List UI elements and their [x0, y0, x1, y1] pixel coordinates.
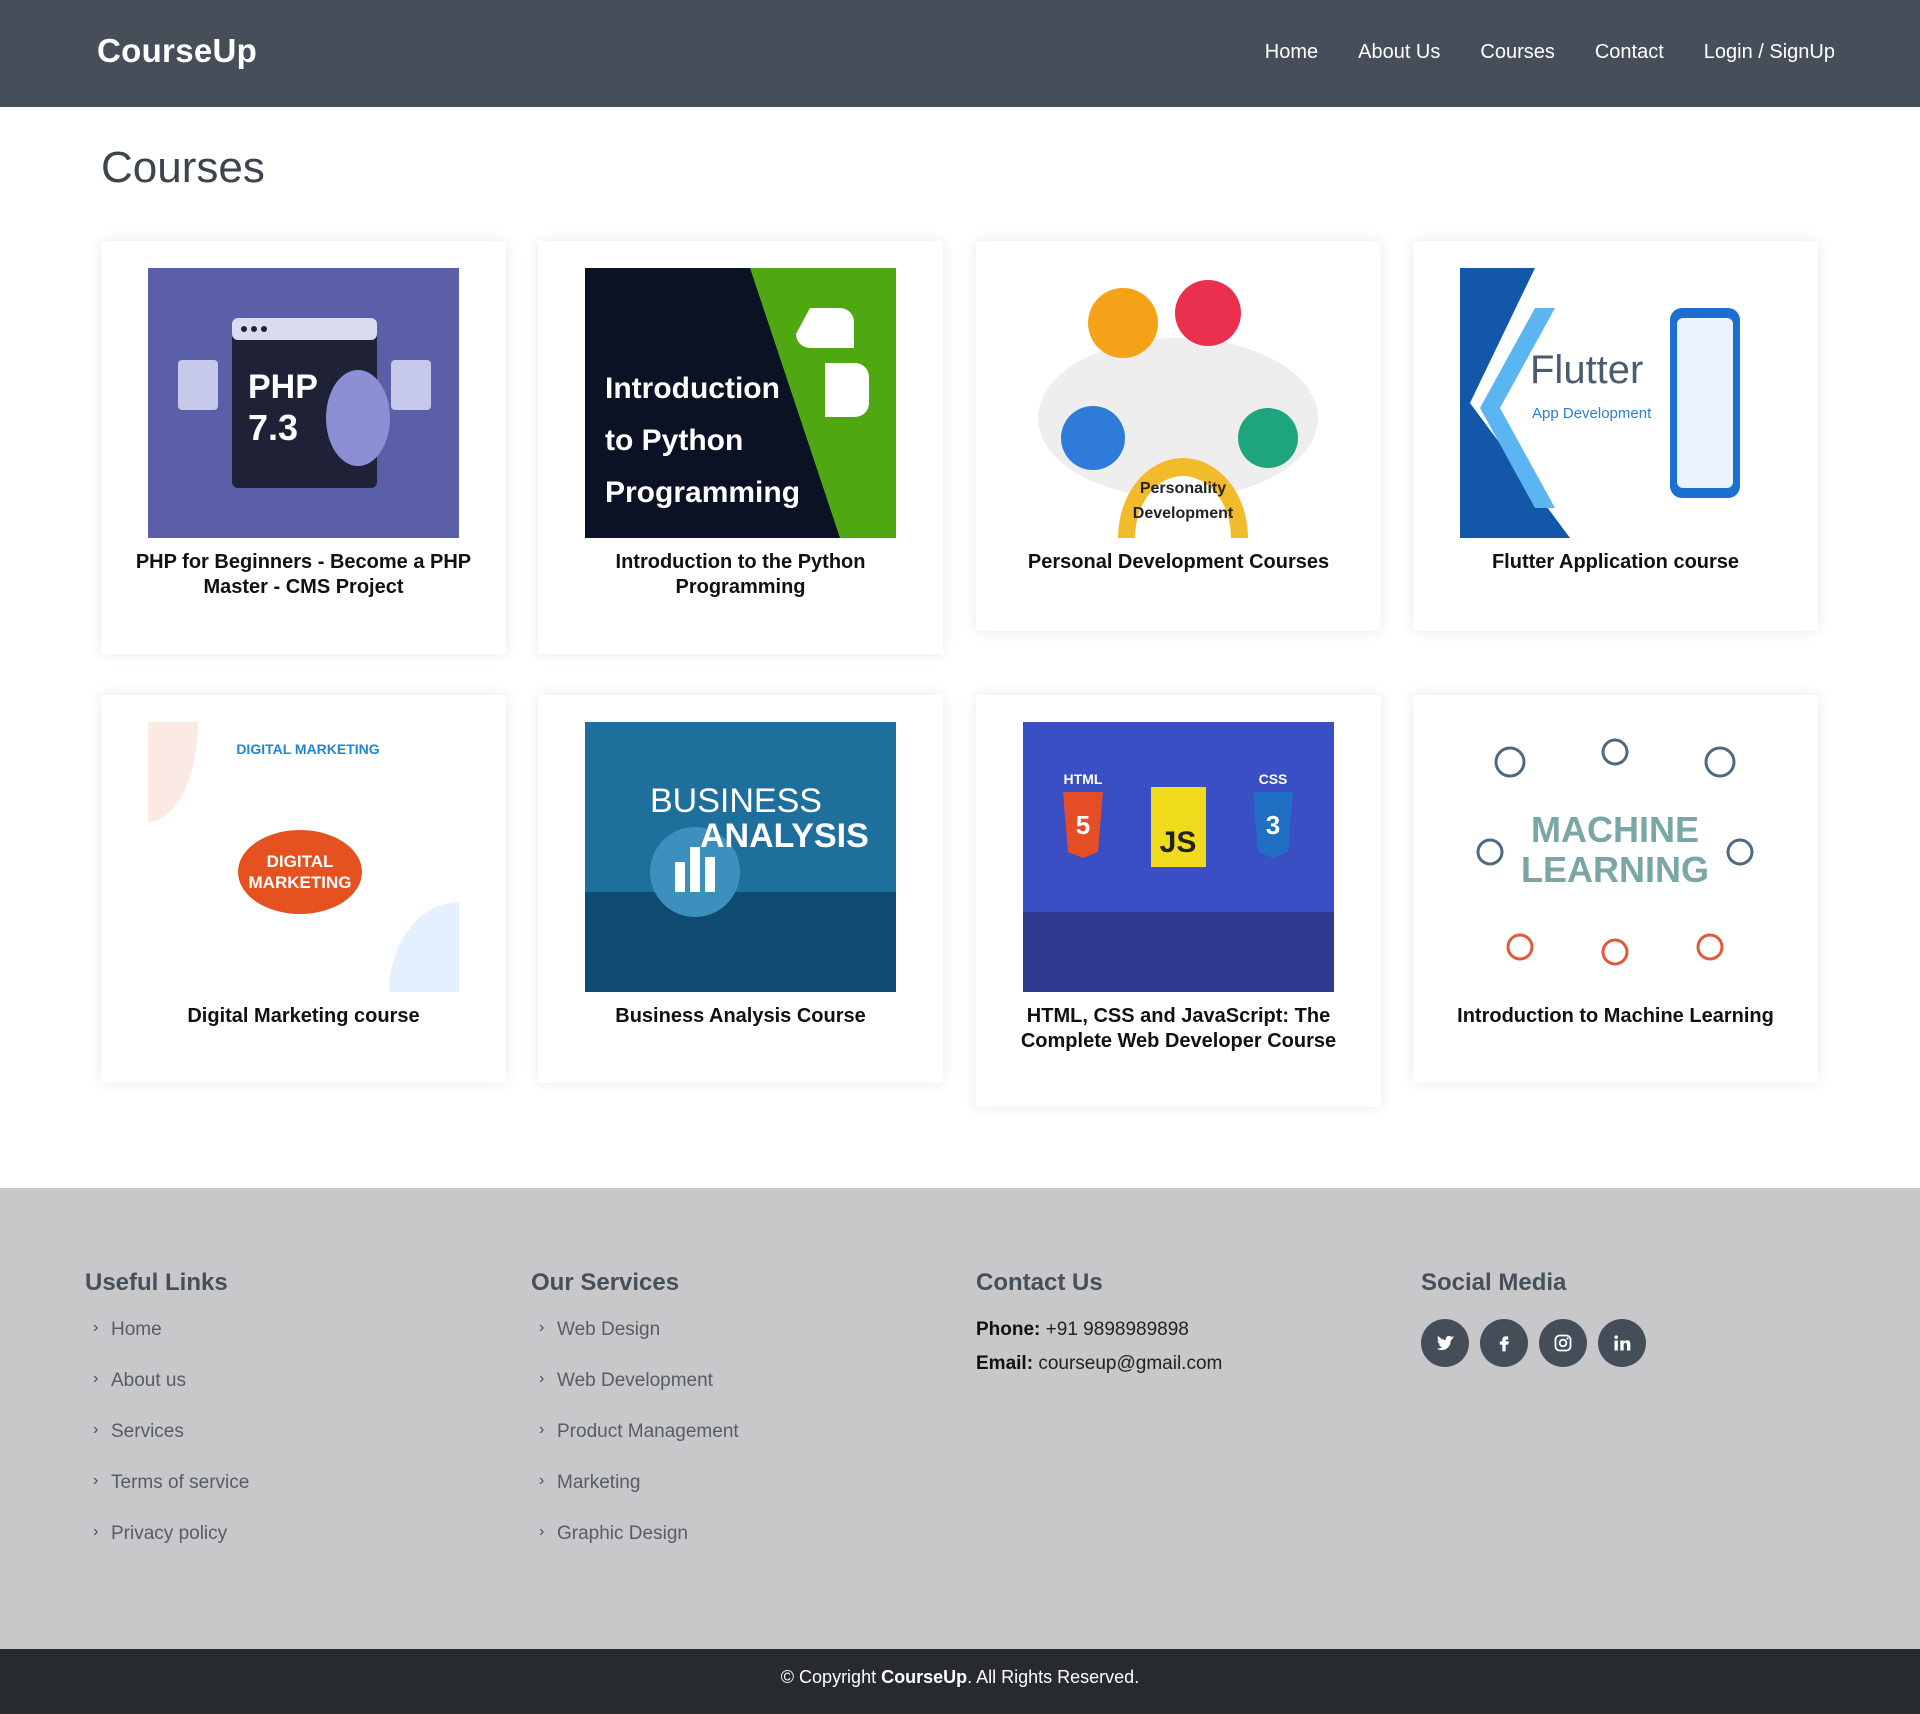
site-logo[interactable]: CourseUp: [97, 32, 257, 70]
twitter-icon[interactable]: [1421, 1319, 1469, 1367]
footer-our-services: Our Services › Web Design › Web Developmen…: [531, 1269, 739, 1574]
facebook-icon[interactable]: [1480, 1319, 1528, 1367]
svg-text:ANALYSIS: ANALYSIS: [700, 817, 869, 855]
svg-text:JS: JS: [1160, 826, 1197, 859]
course-title[interactable]: Introduction to Machine Learning: [1433, 1004, 1798, 1029]
footer-useful-links: Useful Links › Home › About us › Services ›…: [85, 1269, 249, 1574]
footer-link-privacy-policy[interactable]: › Privacy policy: [85, 1523, 249, 1574]
course-title[interactable]: Business Analysis Course: [558, 1004, 923, 1029]
footer-heading: Useful Links: [85, 1269, 228, 1296]
course-title[interactable]: PHP for Beginners - Become a PHP Master …: [121, 550, 486, 600]
svg-text:BUSINESS: BUSINESS: [650, 782, 822, 820]
svg-text:3: 3: [1266, 810, 1280, 840]
footer-link-about-us[interactable]: › About us: [85, 1370, 249, 1421]
course-thumbnail-machine-learning[interactable]: MACHINE LEARNING: [1460, 722, 1771, 992]
nav-about-us[interactable]: About Us: [1358, 41, 1440, 64]
course-card-php[interactable]: PHP 7.3 PHP for Beginners - Become a PHP…: [101, 241, 506, 654]
chevron-right-icon: ›: [539, 1523, 545, 1540]
course-card-html-css-js[interactable]: 5 JS 3 HTML CSS HTML, CSS and JavaScript…: [976, 695, 1381, 1107]
course-card-business-analysis[interactable]: BUSINESS ANALYSIS Business Analysis Cour…: [538, 695, 943, 1083]
course-title[interactable]: HTML, CSS and JavaScript: The Complete W…: [996, 1004, 1361, 1054]
nav-courses[interactable]: Courses: [1480, 41, 1554, 64]
nav-contact[interactable]: Contact: [1595, 41, 1664, 64]
svg-text:Flutter: Flutter: [1530, 348, 1643, 392]
phone-value[interactable]: +91 9898989898: [1046, 1319, 1189, 1340]
course-thumbnail-personal-development[interactable]: Personality Development: [1023, 268, 1334, 538]
linkedin-icon[interactable]: [1598, 1319, 1646, 1367]
copyright-suffix: . All Rights Reserved.: [967, 1667, 1140, 1687]
svg-text:5: 5: [1076, 810, 1090, 840]
nav-login-signup[interactable]: Login / SignUp: [1704, 41, 1835, 64]
svg-text:Development: Development: [1133, 505, 1234, 522]
svg-text:MARKETING: MARKETING: [249, 873, 352, 892]
footer-service-product-management[interactable]: › Product Management: [531, 1421, 739, 1472]
svg-text:Programming: Programming: [605, 476, 800, 509]
copyright-brand: CourseUp: [881, 1667, 968, 1687]
course-thumbnail-python[interactable]: Introduction to Python Programming: [585, 268, 896, 538]
chevron-right-icon: ›: [539, 1319, 545, 1336]
svg-text:to Python: to Python: [605, 424, 743, 457]
footer-contact-us: Contact Us Phone: +91 9898989898 Email: …: [976, 1269, 1222, 1387]
phone-label: Phone:: [976, 1319, 1041, 1340]
svg-text:HTML: HTML: [1064, 771, 1103, 787]
footer-heading: Contact Us: [976, 1269, 1103, 1296]
chevron-right-icon: ›: [539, 1421, 545, 1438]
course-card-python[interactable]: Introduction to Python Programming Intro…: [538, 241, 943, 654]
svg-text:DIGITAL: DIGITAL: [267, 852, 334, 871]
footer-service-web-design[interactable]: › Web Design: [531, 1319, 739, 1370]
svg-text:Introduction: Introduction: [605, 372, 780, 405]
svg-text:7.3: 7.3: [248, 407, 298, 448]
svg-text:PHP: PHP: [248, 368, 318, 406]
svg-text:MACHINE: MACHINE: [1531, 809, 1699, 850]
main-nav: Home About Us Courses Contact Login / Si…: [1265, 41, 1835, 64]
chevron-right-icon: ›: [539, 1472, 545, 1489]
social-icons: [1421, 1319, 1646, 1367]
chevron-right-icon: ›: [93, 1319, 99, 1336]
footer-social-media: Social Media: [1421, 1269, 1646, 1367]
course-title[interactable]: Digital Marketing course: [121, 1004, 486, 1029]
footer-link-terms-of-service[interactable]: › Terms of service: [85, 1472, 249, 1523]
svg-text:DIGITAL MARKETING: DIGITAL MARKETING: [236, 741, 379, 757]
course-thumbnail-digital-marketing[interactable]: DIGITAL MARKETING DIGITAL MARKETING: [148, 722, 459, 992]
copyright-prefix: © Copyright: [780, 1667, 877, 1687]
course-thumbnail-html-css-js[interactable]: 5 JS 3 HTML CSS: [1023, 722, 1334, 992]
svg-text:LEARNING: LEARNING: [1521, 849, 1709, 890]
email-value[interactable]: courseup@gmail.com: [1038, 1353, 1222, 1374]
course-card-flutter[interactable]: Flutter App Development Flutter Applicat…: [1413, 241, 1818, 631]
instagram-icon[interactable]: [1539, 1319, 1587, 1367]
course-thumbnail-php[interactable]: PHP 7.3: [148, 268, 459, 538]
chevron-right-icon: ›: [93, 1421, 99, 1438]
email-label: Email:: [976, 1353, 1034, 1374]
chevron-right-icon: ›: [539, 1370, 545, 1387]
course-title[interactable]: Personal Development Courses: [996, 550, 1361, 575]
footer-service-web-development[interactable]: › Web Development: [531, 1370, 739, 1421]
course-thumbnail-flutter[interactable]: Flutter App Development: [1460, 268, 1771, 538]
nav-home[interactable]: Home: [1265, 41, 1318, 64]
page-title: Courses: [101, 143, 265, 192]
copyright-bar: © Copyright CourseUp. All Rights Reserve…: [0, 1649, 1920, 1714]
footer-heading: Our Services: [531, 1269, 680, 1296]
svg-text:App Development: App Development: [1532, 405, 1652, 422]
footer-link-services[interactable]: › Services: [85, 1421, 249, 1472]
contact-phone: Phone: +91 9898989898: [976, 1319, 1222, 1341]
site-footer: Useful Links › Home › About us › Services ›…: [0, 1188, 1920, 1649]
footer-service-marketing[interactable]: › Marketing: [531, 1472, 739, 1523]
course-card-machine-learning[interactable]: MACHINE LEARNING Introduction to Machine…: [1413, 695, 1818, 1083]
footer-link-home[interactable]: › Home: [85, 1319, 249, 1370]
footer-service-graphic-design[interactable]: › Graphic Design: [531, 1523, 739, 1574]
course-card-personal-development[interactable]: Personality Development Personal Develop…: [976, 241, 1381, 631]
chevron-right-icon: ›: [93, 1523, 99, 1540]
chevron-right-icon: ›: [93, 1472, 99, 1489]
svg-text:CSS: CSS: [1259, 771, 1288, 787]
course-card-digital-marketing[interactable]: DIGITAL MARKETING DIGITAL MARKETING Digi…: [101, 695, 506, 1083]
contact-email: Email: courseup@gmail.com: [976, 1353, 1222, 1375]
svg-text:Personality: Personality: [1140, 480, 1226, 497]
course-thumbnail-business-analysis[interactable]: BUSINESS ANALYSIS: [585, 722, 896, 992]
course-title[interactable]: Flutter Application course: [1433, 550, 1798, 575]
chevron-right-icon: ›: [93, 1370, 99, 1387]
site-header: CourseUp Home About Us Courses Contact L…: [0, 0, 1920, 107]
footer-heading: Social Media: [1421, 1269, 1567, 1296]
course-title[interactable]: Introduction to the Python Programming: [558, 550, 923, 600]
